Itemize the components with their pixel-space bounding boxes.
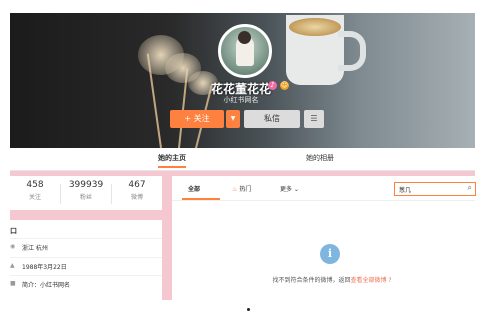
stat-label: 微博 xyxy=(130,194,143,201)
feed-tab-all[interactable]: 全部 xyxy=(188,184,200,193)
info-title: 口 xyxy=(10,227,17,235)
stat-value: 467 xyxy=(128,180,146,190)
stats-panel: 458 关注 399939 粉丝 467 微博 xyxy=(10,176,162,210)
stat-value: 399939 xyxy=(68,180,104,190)
page-dot xyxy=(247,308,250,311)
stat-posts[interactable]: 467 微博 xyxy=(112,180,162,201)
info-row-location: ◉ 浙江 杭州 xyxy=(10,238,162,255)
profile-intro: 小红书网名 xyxy=(223,96,259,104)
stat-label: 粉丝 xyxy=(79,194,92,201)
avatar-figure-head xyxy=(238,31,251,44)
feed-tab-more[interactable]: 更多 ⌄ xyxy=(280,184,299,193)
feed-tab-hot[interactable]: ♨ 热门 xyxy=(232,184,251,193)
cover-coffee-cup xyxy=(286,15,344,85)
verified-icon: ♪ xyxy=(268,81,277,90)
stat-following[interactable]: 458 关注 xyxy=(10,180,60,201)
birthday-icon: ▲ xyxy=(10,262,15,269)
fire-icon: ♨ xyxy=(232,186,238,193)
stat-followers[interactable]: 399939 粉丝 xyxy=(61,180,111,201)
info-icon: i xyxy=(320,244,340,264)
feed-panel: 全部 ♨ 热门 更多 ⌄ 葱几 ⌕ i 找不到符合条件的微博，返回查看全部微博 … xyxy=(172,176,476,300)
search-icon[interactable]: ⌕ xyxy=(468,183,472,193)
cover-coffee xyxy=(289,18,341,36)
feed-tabs: 全部 ♨ 热门 更多 ⌄ 葱几 ⌕ xyxy=(172,176,476,201)
cover-cup-handle xyxy=(338,31,366,71)
active-tab-indicator xyxy=(182,198,220,200)
follow-dropdown-button[interactable]: ▼ xyxy=(226,110,240,128)
stat-value: 458 xyxy=(26,180,44,190)
info-location-text: 浙江 杭州 xyxy=(22,245,48,252)
view-all-posts-link[interactable]: 查看全部微博 ? xyxy=(350,277,391,284)
tab-home[interactable]: 她的主页 xyxy=(158,153,186,168)
message-button[interactable]: 私信 xyxy=(244,110,300,128)
info-bio-text: 简介：小红书网名 xyxy=(22,282,71,289)
follow-button[interactable]: + 关注 xyxy=(170,110,224,128)
tab-album[interactable]: 她的相册 xyxy=(306,153,334,163)
member-badge-icon: ☺ xyxy=(280,81,289,90)
info-row-bio: ■ 简介：小红书网名 xyxy=(10,275,162,292)
feed-tab-hot-label: 热门 xyxy=(239,186,252,193)
info-birthday-text: 1988年3月22日 xyxy=(22,264,67,271)
empty-state-text: 找不到符合条件的微博，返回 xyxy=(272,277,351,284)
location-icon: ◉ xyxy=(10,243,16,250)
search-input-value: 葱几 xyxy=(399,187,412,194)
feed-search-input[interactable]: 葱几 ⌕ xyxy=(394,182,476,196)
more-menu-icon[interactable]: ☰ xyxy=(304,110,324,128)
empty-state-message: 找不到符合条件的微博，返回查看全部微博 ? xyxy=(232,275,432,284)
profile-nav: 她的主页 她的相册 xyxy=(10,148,475,171)
profile-icon: ■ xyxy=(10,280,16,287)
info-row-birthday: ▲ 1988年3月22日 xyxy=(10,257,162,274)
stat-label: 关注 xyxy=(28,194,41,201)
basic-info-card: 口 ◉ 浙江 杭州 ▲ 1988年3月22日 ■ 简介：小红书网名 xyxy=(10,220,162,300)
avatar[interactable] xyxy=(218,24,272,78)
